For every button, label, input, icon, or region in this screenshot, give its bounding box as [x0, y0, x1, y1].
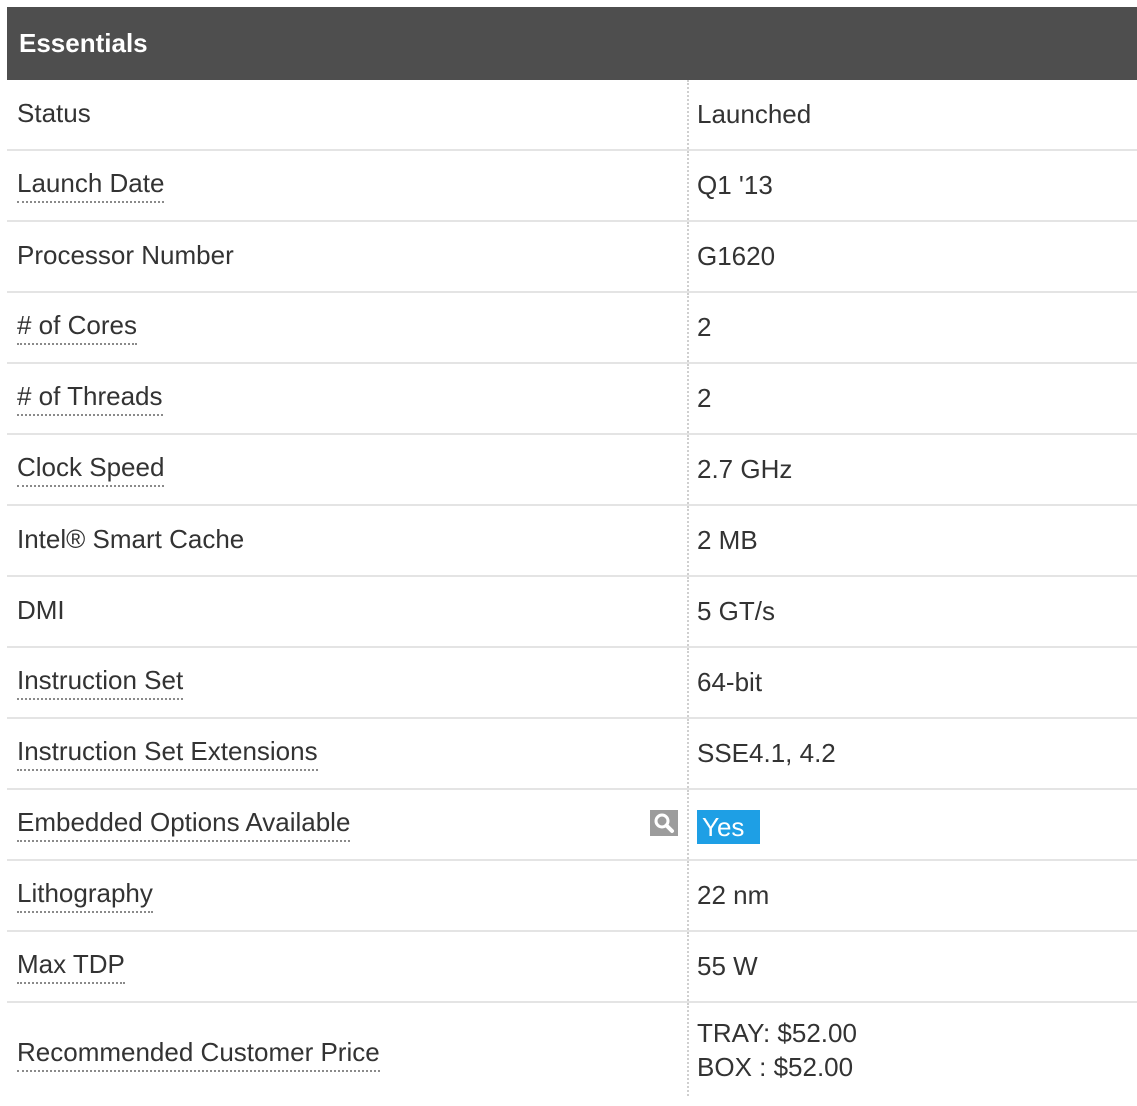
label-cell: Instruction Set: [7, 648, 687, 717]
label-cell: Instruction Set Extensions: [7, 719, 687, 788]
spec-row-instruction-set-extensions: Instruction Set Extensions SSE4.1, 4.2: [7, 719, 1137, 790]
price-tray: TRAY: $52.00: [697, 1017, 857, 1048]
spec-value: 64-bit: [697, 667, 763, 697]
section-header: Essentials: [7, 7, 1137, 80]
price-box: BOX : $52.00: [697, 1051, 854, 1082]
label-cell: Lithography: [7, 861, 687, 930]
spec-value: 2: [697, 312, 712, 342]
spec-row-launch-date: Launch Date Q1 '13: [7, 151, 1137, 222]
spec-label-tooltip[interactable]: Launch Date: [17, 168, 165, 203]
spec-value-highlighted: Yes: [697, 809, 761, 844]
spec-row-embedded-options: Embedded Options Available Yes: [7, 790, 1137, 861]
label-cell: # of Threads: [7, 364, 687, 433]
label-cell: Max TDP: [7, 932, 687, 1001]
label-cell: Processor Number: [7, 222, 687, 291]
spec-row-instruction-set: Instruction Set 64-bit: [7, 648, 1137, 719]
spec-row-max-tdp: Max TDP 55 W: [7, 932, 1137, 1003]
spec-value: Launched: [697, 99, 812, 129]
spec-value: 55 W: [697, 951, 758, 981]
spec-table: Essentials Status Launched Launch Date Q…: [7, 7, 1137, 1096]
spec-label: Status: [17, 98, 91, 128]
label-cell: Launch Date: [7, 151, 687, 220]
spec-label-tooltip[interactable]: Instruction Set Extensions: [17, 736, 318, 771]
spec-row-recommended-price: Recommended Customer Price TRAY: $52.00 …: [7, 1003, 1137, 1096]
spec-label: Intel® Smart Cache: [17, 524, 245, 554]
section-title: Essentials: [19, 28, 148, 58]
spec-value: Q1 '13: [697, 170, 773, 200]
spec-label-tooltip[interactable]: Embedded Options Available: [17, 807, 351, 842]
label-cell: Status: [7, 80, 687, 149]
spec-label: DMI: [17, 595, 65, 625]
value-cell: 2.7 GHz: [687, 435, 1137, 504]
label-cell: Embedded Options Available: [7, 790, 687, 859]
spec-value: 2.7 GHz: [697, 454, 793, 484]
value-cell: SSE4.1, 4.2: [687, 719, 1137, 788]
value-cell: Q1 '13: [687, 151, 1137, 220]
price-list: TRAY: $52.00 BOX : $52.00: [697, 1016, 857, 1084]
value-cell: 5 GT/s: [687, 577, 1137, 646]
spec-value: 5 GT/s: [697, 596, 776, 626]
value-cell: 2: [687, 293, 1137, 362]
spec-label-tooltip[interactable]: Max TDP: [17, 949, 125, 984]
value-cell: 22 nm: [687, 861, 1137, 930]
magnifier-icon[interactable]: [650, 810, 678, 836]
spec-value: 22 nm: [697, 880, 770, 910]
value-cell: 64-bit: [687, 648, 1137, 717]
value-cell: TRAY: $52.00 BOX : $52.00: [687, 1003, 1137, 1096]
spec-value: 2 MB: [697, 525, 758, 555]
spec-row-clock-speed: Clock Speed 2.7 GHz: [7, 435, 1137, 506]
spec-value: SSE4.1, 4.2: [697, 738, 836, 768]
label-cell: Clock Speed: [7, 435, 687, 504]
spec-row-processor-number: Processor Number G1620: [7, 222, 1137, 293]
label-cell: DMI: [7, 577, 687, 646]
spec-row-lithography: Lithography 22 nm: [7, 861, 1137, 932]
spec-row-status: Status Launched: [7, 80, 1137, 151]
value-cell: Yes: [687, 790, 1137, 859]
spec-row-cores: # of Cores 2: [7, 293, 1137, 364]
spec-label-tooltip[interactable]: Lithography: [17, 878, 153, 913]
label-cell: # of Cores: [7, 293, 687, 362]
label-cell: Intel® Smart Cache: [7, 506, 687, 575]
value-cell: 2 MB: [687, 506, 1137, 575]
spec-value: G1620: [697, 241, 776, 271]
value-cell: 55 W: [687, 932, 1137, 1001]
value-cell: G1620: [687, 222, 1137, 291]
spec-value: 2: [697, 383, 712, 413]
spec-row-dmi: DMI 5 GT/s: [7, 577, 1137, 648]
spec-label-tooltip[interactable]: Instruction Set: [17, 665, 184, 700]
spec-label-tooltip[interactable]: Clock Speed: [17, 452, 165, 487]
spec-label-tooltip[interactable]: # of Threads: [17, 381, 163, 416]
label-cell: Recommended Customer Price: [7, 1003, 687, 1096]
value-cell: Launched: [687, 80, 1137, 149]
spec-row-threads: # of Threads 2: [7, 364, 1137, 435]
value-cell: 2: [687, 364, 1137, 433]
spec-row-smart-cache: Intel® Smart Cache 2 MB: [7, 506, 1137, 577]
spec-label-tooltip[interactable]: Recommended Customer Price: [17, 1037, 380, 1072]
spec-label-tooltip[interactable]: # of Cores: [17, 310, 137, 345]
spec-label: Processor Number: [17, 240, 234, 270]
